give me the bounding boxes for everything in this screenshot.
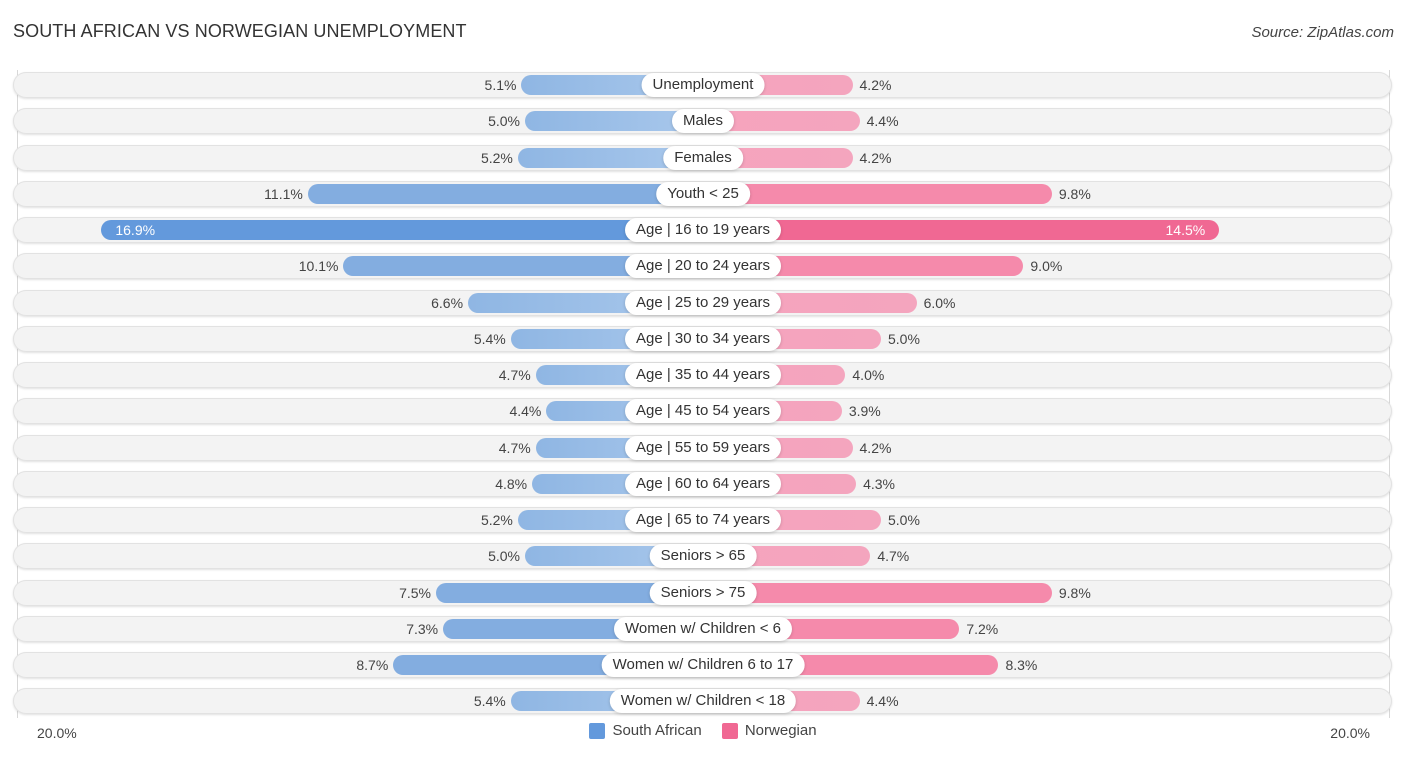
- value-label-norwegian: 4.3%: [863, 475, 895, 492]
- value-label-south-african: 4.8%: [495, 475, 528, 492]
- value-label-norwegian: 4.7%: [877, 548, 910, 565]
- value-label-south-african: 5.0%: [488, 548, 520, 565]
- category-label: Age | 55 to 59 years: [625, 435, 781, 460]
- category-label: Age | 30 to 34 years: [625, 326, 781, 351]
- value-label-south-african: 4.4%: [509, 403, 542, 420]
- value-label-norwegian: 9.0%: [1030, 258, 1063, 275]
- value-label-south-african: 8.7%: [356, 657, 389, 673]
- value-label-norwegian: 4.4%: [866, 113, 899, 130]
- category-label: Age | 25 to 29 years: [625, 290, 781, 315]
- category-label: Age | 45 to 54 years: [625, 399, 781, 424]
- legend-swatch-south-african: [589, 722, 606, 739]
- value-label-south-african: 4.7%: [498, 439, 531, 456]
- category-label: Age | 16 to 19 years: [625, 218, 781, 242]
- legend-label-norwegian: Norwegian: [744, 722, 817, 739]
- legend-item-south-african[interactable]: South African: [589, 722, 702, 739]
- category-label: Youth < 25: [656, 181, 750, 206]
- value-label-south-african: 5.0%: [488, 113, 520, 130]
- value-label-norwegian: 4.2%: [859, 439, 892, 456]
- value-label-south-african: 4.7%: [498, 367, 531, 383]
- value-label-south-african: 5.2%: [480, 512, 513, 528]
- value-label-norwegian: 14.5%: [1165, 222, 1206, 238]
- value-label-south-african: 16.9%: [115, 222, 156, 238]
- category-label: Seniors > 75: [649, 580, 757, 605]
- category-label: Females: [663, 145, 743, 170]
- value-label-norwegian: 7.2%: [966, 620, 999, 637]
- bar-south-african[interactable]: [101, 220, 703, 240]
- legend-label-south-african: South African: [612, 722, 702, 739]
- value-label-south-african: 10.1%: [298, 258, 339, 275]
- value-label-south-african: 7.5%: [399, 584, 431, 601]
- value-label-norwegian: 5.0%: [888, 330, 920, 347]
- value-label-south-african: 5.4%: [473, 330, 506, 347]
- value-label-norwegian: 5.0%: [888, 512, 920, 528]
- value-label-norwegian: 3.9%: [848, 403, 881, 420]
- legend-item-norwegian[interactable]: Norwegian: [721, 722, 817, 739]
- value-label-south-african: 6.6%: [431, 294, 464, 311]
- bar-south-african[interactable]: [307, 183, 703, 204]
- value-label-norwegian: 4.4%: [866, 693, 899, 710]
- value-label-norwegian: 9.8%: [1058, 185, 1091, 202]
- bar-norwegian[interactable]: [703, 183, 1052, 204]
- value-label-south-african: 5.2%: [480, 149, 513, 166]
- value-label-norwegian: 4.2%: [859, 77, 892, 93]
- legend-swatch-norwegian: [721, 722, 738, 739]
- category-label: Women w/ Children 6 to 17: [601, 653, 805, 677]
- category-label: Males: [671, 109, 735, 134]
- value-label-norwegian: 4.2%: [859, 149, 892, 166]
- category-label: Seniors > 65: [649, 544, 757, 569]
- value-label-norwegian: 4.0%: [852, 367, 885, 383]
- chart-area: 5.1% 4.2% Unemployment 5.0% 4.4% Males 5.2% 4.2…: [0, 0, 1406, 757]
- value-label-norwegian: 6.0%: [923, 294, 956, 311]
- category-label: Age | 60 to 64 years: [625, 471, 781, 496]
- value-label-norwegian: 9.8%: [1058, 584, 1091, 601]
- value-label-south-african: 5.1%: [484, 77, 517, 93]
- value-label-south-african: 7.3%: [406, 620, 439, 637]
- value-label-south-african: 5.4%: [473, 693, 506, 710]
- category-label: Age | 35 to 44 years: [625, 363, 781, 387]
- category-label: Age | 65 to 74 years: [625, 508, 781, 532]
- category-label: Unemployment: [641, 73, 765, 97]
- category-label: Age | 20 to 24 years: [625, 254, 781, 279]
- value-label-norwegian: 8.3%: [1005, 657, 1038, 673]
- legend: South African Norwegian: [0, 722, 1406, 743]
- value-label-south-african: 11.1%: [264, 185, 303, 202]
- category-label: Women w/ Children < 6: [613, 616, 793, 641]
- category-label: Women w/ Children < 18: [609, 689, 797, 714]
